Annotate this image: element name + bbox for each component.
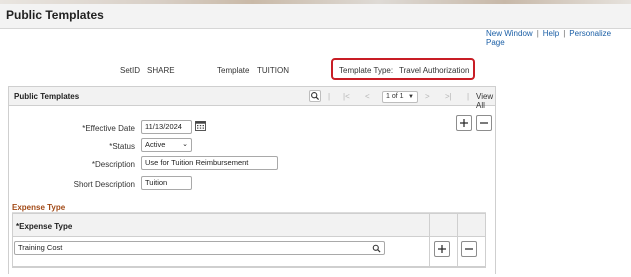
expense-type-column-header: *Expense Type [16, 222, 73, 231]
find-button[interactable] [309, 90, 321, 102]
effective-date-input[interactable]: 11/13/2024 [141, 120, 192, 134]
view-all-link[interactable]: View All [476, 92, 495, 110]
template-label: Template [217, 66, 250, 75]
expense-type-grid-header: *Expense Type [12, 213, 486, 237]
status-select[interactable]: Active ⌄ [141, 138, 192, 152]
column-divider [457, 213, 458, 266]
last-page-button[interactable]: >| [445, 92, 452, 101]
link-separator: | [563, 29, 566, 38]
page-select[interactable]: 1 of 1 ▼ [382, 91, 418, 103]
column-divider [429, 213, 430, 266]
title-bar: Public Templates [0, 4, 631, 29]
description-input[interactable]: Use for Tuition Reimbursement [141, 156, 278, 170]
chevron-down-icon: ⌄ [182, 141, 188, 148]
search-icon [311, 92, 320, 101]
first-page-button[interactable]: |< [343, 92, 350, 101]
panel-title: Public Templates [14, 92, 80, 101]
delete-expense-row-button[interactable] [461, 241, 477, 257]
status-select-value: Active [145, 140, 166, 149]
minus-icon [480, 122, 488, 124]
add-row-button[interactable] [456, 115, 472, 131]
setid-value: SHARE [147, 66, 175, 75]
template-value: TUITION [257, 66, 289, 75]
short-description-input[interactable]: Tuition [141, 176, 192, 190]
status-label: *Status [109, 142, 135, 151]
nav-separator: | [328, 92, 331, 101]
new-window-link[interactable]: New Window [486, 29, 533, 38]
short-description-label: Short Description [73, 180, 135, 189]
expense-type-value: Training Cost [18, 243, 63, 252]
delete-row-button[interactable] [476, 115, 492, 131]
grid-bottom-border [12, 266, 486, 267]
effective-date-label: *Effective Date [82, 124, 135, 133]
page-links: New Window | Help | Personalize Page [486, 29, 631, 47]
expense-type-section-title: Expense Type [12, 203, 66, 212]
plus-icon [460, 119, 468, 127]
template-type-highlight: Template Type: Travel Authorization [331, 58, 475, 80]
link-separator: | [536, 29, 539, 38]
previous-page-button[interactable]: < [365, 92, 370, 101]
expense-type-input[interactable]: Training Cost [14, 241, 385, 255]
panel-header: Public Templates | |< < 1 of 1 ▼ > >| | … [8, 86, 496, 110]
search-icon[interactable] [372, 244, 381, 253]
calendar-icon[interactable] [195, 120, 206, 131]
setid-label: SetID [120, 66, 141, 75]
description-label: *Description [91, 160, 135, 169]
help-link[interactable]: Help [543, 29, 559, 38]
plus-icon [438, 245, 446, 253]
page-select-value: 1 of 1 [386, 93, 404, 100]
add-expense-row-button[interactable] [434, 241, 450, 257]
template-type-label: Template Type: [339, 66, 394, 75]
minus-icon [465, 248, 473, 250]
nav-separator: | [467, 92, 470, 101]
template-type-value: Travel Authorization [399, 66, 470, 75]
next-page-button[interactable]: > [425, 92, 430, 101]
page-title: Public Templates [6, 8, 104, 22]
chevron-down-icon: ▼ [408, 94, 414, 100]
